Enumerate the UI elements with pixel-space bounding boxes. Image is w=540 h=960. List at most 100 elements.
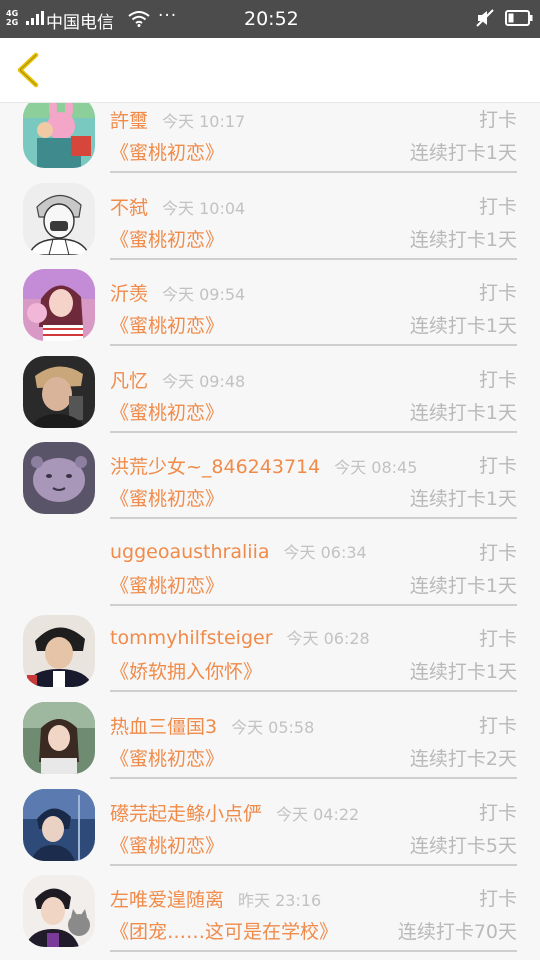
clock: 20:52 xyxy=(244,8,299,30)
streak-label: 连续打卡1天 xyxy=(409,488,517,510)
row-divider xyxy=(110,517,517,519)
row-divider xyxy=(110,604,517,606)
chevron-left-icon xyxy=(17,52,39,88)
book-title-link[interactable]: 《蜜桃初恋》 xyxy=(110,571,224,598)
avatar-green-girl[interactable] xyxy=(23,702,95,774)
avatar-pink-girl[interactable] xyxy=(23,269,95,341)
battery-icon xyxy=(505,10,533,26)
wifi-icon xyxy=(128,11,150,27)
book-title-link[interactable]: 《蜜桃初恋》 xyxy=(110,225,224,252)
signal-icon xyxy=(26,11,44,25)
user-name[interactable]: uggeoausthraliia xyxy=(110,541,270,563)
avatar-cat-boy[interactable] xyxy=(23,875,95,947)
row-divider xyxy=(110,950,517,952)
name-line: 不弑 今天 10:04 xyxy=(110,193,246,219)
status-bar: 4G 2G 中国电信 ··· 20:52 xyxy=(0,0,540,38)
name-line: 左唯爱遑随离 昨天 23:16 xyxy=(110,885,322,911)
book-title-link[interactable]: 《蜜桃初恋》 xyxy=(110,831,224,858)
user-name[interactable]: 礤芫起走鲦小点俨 xyxy=(110,803,262,825)
checkin-time: 今天 08:45 xyxy=(334,458,418,477)
streak-label: 连续打卡1天 xyxy=(409,142,517,164)
row-divider xyxy=(110,864,517,866)
checkin-label: 打卡 xyxy=(478,369,517,391)
checkin-time: 今天 06:28 xyxy=(286,629,370,648)
user-name[interactable]: tommyhilfsteiger xyxy=(110,627,273,649)
list-item[interactable]: 不弑 今天 10:04 打卡 《蜜桃初恋》 连续打卡1天 xyxy=(0,183,540,270)
streak-label: 连续打卡1天 xyxy=(409,229,517,251)
checkin-label: 打卡 xyxy=(478,542,517,564)
name-line: 热血三僵国3 今天 05:58 xyxy=(110,712,315,738)
user-name[interactable]: 凡忆 xyxy=(110,370,148,392)
list-item[interactable]: 沂羡 今天 09:54 打卡 《蜜桃初恋》 连续打卡1天 xyxy=(0,269,540,356)
streak-label: 连续打卡1天 xyxy=(409,402,517,424)
checkin-time: 今天 06:34 xyxy=(283,543,367,562)
avatar-pink-bunny[interactable] xyxy=(23,103,95,168)
book-title-link[interactable]: 《蜜桃初恋》 xyxy=(110,398,224,425)
network-4g-label: 4G xyxy=(6,9,19,18)
streak-label: 连续打卡1天 xyxy=(409,661,517,683)
streak-label: 连续打卡2天 xyxy=(409,748,517,770)
checkin-label: 打卡 xyxy=(478,455,517,477)
row-divider xyxy=(110,690,517,692)
user-name[interactable]: 許璽 xyxy=(110,110,148,132)
checkin-label: 打卡 xyxy=(478,628,517,650)
more-dots: ··· xyxy=(158,6,178,26)
row-divider xyxy=(110,258,517,260)
user-name[interactable]: 沂羡 xyxy=(110,283,148,305)
user-name[interactable]: 左唯爱遑随离 xyxy=(110,889,224,911)
name-line: tommyhilfsteiger 今天 06:28 xyxy=(110,625,370,649)
book-title-link[interactable]: 《娇软拥入你怀》 xyxy=(110,657,262,684)
checkin-time: 今天 09:54 xyxy=(162,285,246,304)
streak-label: 连续打卡1天 xyxy=(409,575,517,597)
checkin-label: 打卡 xyxy=(478,282,517,304)
row-divider xyxy=(110,344,517,346)
checkin-label: 打卡 xyxy=(478,715,517,737)
list-item[interactable]: uggeoausthraliia 今天 06:34 打卡 《蜜桃初恋》 连续打卡1… xyxy=(0,529,540,616)
checkin-time: 今天 04:22 xyxy=(276,805,360,824)
checkin-time: 今天 10:17 xyxy=(162,112,246,131)
name-line: 許璽 今天 10:17 xyxy=(110,106,246,132)
back-button[interactable] xyxy=(14,52,44,88)
name-line: 洪荒少女~_846243714 今天 08:45 xyxy=(110,452,418,478)
checkin-label: 打卡 xyxy=(478,196,517,218)
row-divider xyxy=(110,777,517,779)
avatar-purple-cartoon[interactable] xyxy=(23,442,95,514)
checkin-time: 今天 05:58 xyxy=(231,718,315,737)
user-name[interactable]: 洪荒少女~_846243714 xyxy=(110,456,320,478)
streak-label: 连续打卡5天 xyxy=(409,835,517,857)
avatar-sketch-boy[interactable] xyxy=(23,183,95,255)
avatar-dark-boy[interactable] xyxy=(23,356,95,428)
network-2g-label: 2G xyxy=(6,18,19,27)
name-line: uggeoausthraliia 今天 06:34 xyxy=(110,539,367,563)
list-item[interactable]: tommyhilfsteiger 今天 06:28 打卡 《娇软拥入你怀》 连续打… xyxy=(0,615,540,702)
list-item[interactable]: 凡忆 今天 09:48 打卡 《蜜桃初恋》 连续打卡1天 xyxy=(0,356,540,443)
list-item[interactable]: 洪荒少女~_846243714 今天 08:45 打卡 《蜜桃初恋》 连续打卡1天 xyxy=(0,442,540,529)
list-item[interactable]: 热血三僵国3 今天 05:58 打卡 《蜜桃初恋》 连续打卡2天 xyxy=(0,702,540,789)
checkin-label: 打卡 xyxy=(478,888,517,910)
list-item[interactable]: 許璽 今天 10:17 打卡 《蜜桃初恋》 连续打卡1天 xyxy=(0,103,540,183)
list-item[interactable]: 左唯爱遑随离 昨天 23:16 打卡 《团宠……这可是在学校》 连续打卡70天 xyxy=(0,875,540,960)
avatar-jacket-boy[interactable] xyxy=(23,615,95,687)
avatar-blue-anime[interactable] xyxy=(23,789,95,861)
book-title-link[interactable]: 《蜜桃初恋》 xyxy=(110,744,224,771)
checkin-list[interactable]: 許璽 今天 10:17 打卡 《蜜桃初恋》 连续打卡1天 不弑 今天 10:04 打… xyxy=(0,103,540,960)
name-line: 凡忆 今天 09:48 xyxy=(110,366,245,392)
carrier-label: 中国电信 xyxy=(46,13,114,33)
mute-icon xyxy=(476,9,494,27)
nav-bar xyxy=(0,38,540,103)
list-item[interactable]: 礤芫起走鲦小点俨 今天 04:22 打卡 《蜜桃初恋》 连续打卡5天 xyxy=(0,789,540,876)
book-title-link[interactable]: 《蜜桃初恋》 xyxy=(110,484,224,511)
checkin-label: 打卡 xyxy=(478,109,517,131)
streak-label: 连续打卡1天 xyxy=(409,315,517,337)
user-name[interactable]: 热血三僵国3 xyxy=(110,716,217,738)
checkin-time: 昨天 23:16 xyxy=(238,891,322,910)
name-line: 礤芫起走鲦小点俨 今天 04:22 xyxy=(110,799,360,825)
row-divider xyxy=(110,171,517,173)
name-line: 沂羡 今天 09:54 xyxy=(110,279,246,305)
checkin-time: 今天 10:04 xyxy=(162,199,246,218)
book-title-link[interactable]: 《团宠……这可是在学校》 xyxy=(110,917,338,944)
network-indicator: 4G 2G xyxy=(6,9,18,27)
book-title-link[interactable]: 《蜜桃初恋》 xyxy=(110,138,224,165)
book-title-link[interactable]: 《蜜桃初恋》 xyxy=(110,311,224,338)
user-name[interactable]: 不弑 xyxy=(110,197,148,219)
